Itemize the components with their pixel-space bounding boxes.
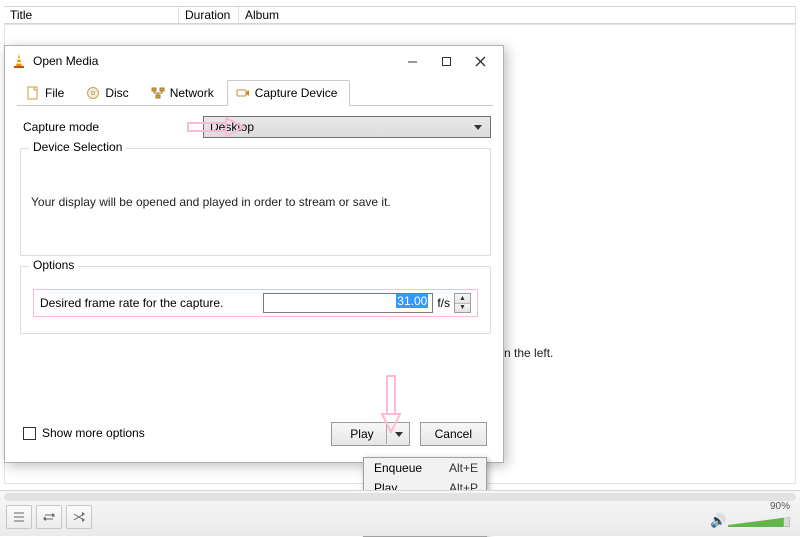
column-header-title[interactable]: Title (4, 7, 179, 23)
show-more-checkbox[interactable] (23, 427, 36, 440)
player-control-bar: 90% 🔊 (0, 490, 800, 536)
fps-row: Desired frame rate for the capture. 31.0… (33, 289, 478, 317)
annotation-arrow-capture-mode (187, 116, 245, 138)
window-maximize-button[interactable] (429, 50, 463, 73)
show-more-options[interactable]: Show more options (23, 426, 145, 440)
play-button-label: Play (350, 427, 373, 441)
speaker-icon[interactable]: 🔊 (710, 513, 726, 529)
vlc-cone-icon (11, 53, 27, 69)
fps-spinner[interactable]: ▲ ▼ (454, 293, 471, 313)
tab-file-label: File (45, 86, 64, 100)
tab-network[interactable]: Network (142, 80, 227, 106)
annotation-arrow-play (380, 375, 402, 433)
tab-capture-device[interactable]: Capture Device (227, 80, 351, 106)
column-header-duration[interactable]: Duration (179, 7, 239, 23)
volume-percent: 90% (770, 501, 790, 512)
file-icon (26, 86, 40, 100)
capture-mode-label: Capture mode (23, 120, 203, 134)
show-more-label: Show more options (42, 426, 145, 440)
dialog-titlebar[interactable]: Open Media (5, 46, 503, 76)
network-icon (151, 86, 165, 100)
window-minimize-button[interactable] (395, 50, 429, 73)
menu-item-enqueue[interactable]: Enqueue Alt+E (364, 458, 486, 478)
tab-network-label: Network (170, 86, 214, 100)
playlist-toggle-button[interactable] (6, 505, 32, 529)
tab-disc-label: Disc (105, 86, 128, 100)
cancel-button[interactable]: Cancel (420, 422, 487, 446)
menu-enqueue-shortcut: Alt+E (449, 461, 478, 475)
device-selection-group: Device Selection Your display will be op… (20, 148, 491, 256)
window-close-button[interactable] (463, 50, 497, 73)
capture-device-icon (236, 86, 250, 100)
loop-button[interactable] (36, 505, 62, 529)
column-header-album[interactable]: Album (239, 7, 796, 23)
spinner-down-icon[interactable]: ▼ (455, 304, 470, 313)
disc-icon (86, 86, 100, 100)
open-media-dialog: Open Media File Disc Network Capture Dev… (4, 45, 504, 463)
capture-mode-select[interactable]: Desktop (203, 116, 491, 138)
options-legend: Options (29, 258, 78, 272)
dialog-title: Open Media (33, 54, 395, 68)
tab-capture-label: Capture Device (255, 86, 338, 100)
volume-control[interactable]: 🔊 (710, 513, 792, 529)
device-selection-legend: Device Selection (29, 140, 126, 154)
tab-file[interactable]: File (17, 80, 77, 106)
options-group: Options Desired frame rate for the captu… (20, 266, 491, 334)
playlist-hint-fragment: n the left. (504, 346, 553, 360)
playlist-header: Title Duration Album (4, 6, 796, 24)
fps-label: Desired frame rate for the capture. (40, 296, 263, 310)
menu-enqueue-label: Enqueue (374, 461, 449, 475)
tab-disc[interactable]: Disc (77, 80, 141, 106)
fps-unit: f/s (437, 296, 450, 310)
seek-bar[interactable] (4, 493, 796, 501)
spinner-up-icon[interactable]: ▲ (455, 294, 470, 304)
device-selection-text: Your display will be opened and played i… (31, 161, 480, 243)
fps-input[interactable]: 31.00 (263, 293, 433, 313)
media-source-tabs: File Disc Network Capture Device (17, 80, 493, 106)
shuffle-button[interactable] (66, 505, 92, 529)
